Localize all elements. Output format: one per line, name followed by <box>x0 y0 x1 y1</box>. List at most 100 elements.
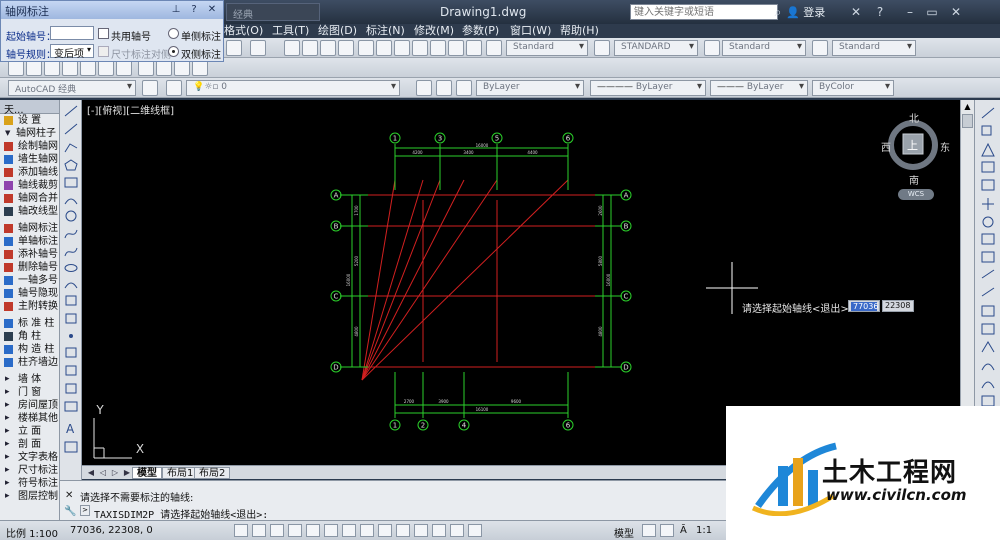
wcs-menu[interactable]: WCS <box>898 189 934 200</box>
break-point-icon[interactable] <box>981 305 995 317</box>
menu-dimension[interactable]: 标注(N) <box>366 24 405 38</box>
pin-icon[interactable]: ⊥ <box>169 3 183 17</box>
table-style-combo[interactable]: Standard <box>722 40 806 56</box>
panel-item[interactable]: 轴网合并 <box>0 192 59 205</box>
panel-item[interactable]: 一轴多号 <box>0 274 59 287</box>
infer-constraints-icon[interactable] <box>234 524 248 537</box>
3d-osnap-icon[interactable] <box>342 524 356 537</box>
table-tool-icon[interactable] <box>64 401 78 412</box>
ellipse-arc-tool-icon[interactable] <box>64 282 78 289</box>
menu-window[interactable]: 窗口(W) <box>510 24 551 38</box>
selection-cycling-icon[interactable] <box>468 524 482 537</box>
model-space-toggle[interactable]: 模型 <box>614 525 634 540</box>
ortho-mode-icon[interactable] <box>288 524 302 537</box>
panel-item[interactable]: 柱齐墙边 <box>0 356 59 369</box>
command-input-line[interactable]: TAXISDIM2P 请选择起始轴线<退出>: <box>94 506 268 521</box>
offset-icon[interactable] <box>981 161 995 173</box>
layer-manager-icon[interactable] <box>166 80 182 96</box>
layer-previous-icon[interactable] <box>436 80 452 96</box>
command-customize-icon[interactable]: 🔧 <box>64 506 76 517</box>
new-file-icon[interactable] <box>8 60 24 76</box>
menu-help[interactable]: 帮助(H) <box>560 24 599 38</box>
lineweight-combo[interactable]: ——— ByLayer <box>710 80 808 96</box>
panel-item[interactable]: 剖 面 <box>0 438 59 451</box>
next-tab-icon[interactable]: ▷ <box>110 468 120 478</box>
minimize-icon[interactable]: – <box>902 4 918 20</box>
save-icon[interactable] <box>44 60 60 76</box>
line-tool-icon[interactable] <box>64 105 78 117</box>
viewcube-south[interactable]: 南 <box>909 172 919 187</box>
workspace-dropdown[interactable]: 经典 <box>226 3 320 21</box>
search-input[interactable] <box>630 4 778 20</box>
rectangle-tool-icon[interactable] <box>64 177 78 188</box>
maximize-icon[interactable]: ▭ <box>924 4 940 20</box>
panel-item[interactable]: 门 窗 <box>0 386 59 399</box>
mirror-icon[interactable] <box>981 142 995 157</box>
print-icon[interactable] <box>62 60 78 76</box>
make-current-layer-icon[interactable] <box>416 80 432 96</box>
panel-item[interactable]: 角 柱 <box>0 330 59 343</box>
panel-item[interactable]: 单轴标注 <box>0 235 59 248</box>
axis-rule-dropdown[interactable]: 变后项 ▾ <box>50 44 94 60</box>
text-style-combo[interactable]: Standard <box>506 40 588 56</box>
panel-item[interactable]: 符号标注 <box>0 477 59 490</box>
scale-icon[interactable] <box>981 233 995 245</box>
fillet-icon[interactable] <box>981 381 995 389</box>
panel-item[interactable]: 标 准 柱 <box>0 317 59 330</box>
panel-item[interactable]: 尺寸标注 <box>0 464 59 477</box>
tab-layout2[interactable]: 布局2 <box>194 467 231 479</box>
help-toolbar-icon[interactable] <box>466 40 482 56</box>
circle-tool-icon[interactable] <box>65 210 77 222</box>
break-icon[interactable] <box>981 323 995 335</box>
text-style-icon[interactable] <box>486 40 502 56</box>
dim-opposite-checkbox[interactable] <box>98 46 109 57</box>
construction-line-icon[interactable] <box>64 123 78 135</box>
lineweight-display-icon[interactable] <box>414 524 428 537</box>
viewcube-north[interactable]: 北 <box>909 110 919 125</box>
3d-dwf-icon[interactable] <box>116 60 132 76</box>
explode-icon[interactable] <box>981 395 995 407</box>
snap-mode-icon[interactable] <box>252 524 266 537</box>
quick-properties-icon[interactable] <box>450 524 464 537</box>
calculator-icon[interactable] <box>448 40 464 56</box>
shared-axis-checkbox[interactable] <box>98 28 109 39</box>
panel-item[interactable]: 添补轴号 <box>0 248 59 261</box>
object-snap-tracking-icon[interactable] <box>360 524 374 537</box>
color-combo[interactable]: ByLayer <box>476 80 584 96</box>
zoom-previous-icon[interactable] <box>338 40 354 56</box>
copy-object-icon[interactable] <box>981 125 992 136</box>
panel-item[interactable]: 设 置 <box>0 114 59 127</box>
layer-combo[interactable]: 💡☼▫ 0 <box>186 80 400 96</box>
make-block-icon[interactable] <box>65 313 77 324</box>
scroll-up-icon[interactable]: ▲ <box>962 102 973 112</box>
panel-item[interactable]: 图层控制 <box>0 490 59 503</box>
zoom-realtime-icon[interactable] <box>302 40 318 56</box>
erase-icon[interactable] <box>981 107 995 119</box>
polyline-tool-icon[interactable] <box>64 143 78 153</box>
command-close-icon[interactable]: ✕ <box>65 490 73 501</box>
panel-item[interactable]: 构 造 柱 <box>0 343 59 356</box>
join-icon[interactable] <box>981 341 995 353</box>
linetype-combo[interactable]: ———— ByLayer <box>590 80 706 96</box>
panel-item[interactable]: 删除轴号 <box>0 261 59 274</box>
publish-icon[interactable] <box>98 60 114 76</box>
add-selected-icon[interactable] <box>64 441 78 453</box>
menu-format[interactable]: 格式(O) <box>224 24 263 38</box>
double-side-radio[interactable] <box>168 46 179 57</box>
object-snap-icon[interactable] <box>324 524 338 537</box>
help-icon[interactable]: ? <box>872 4 888 20</box>
properties-icon[interactable] <box>358 40 374 56</box>
panel-item[interactable]: 楼梯其他 <box>0 412 59 425</box>
dim-style-combo[interactable]: STANDARD <box>614 40 698 56</box>
pan-icon[interactable] <box>284 40 300 56</box>
panel-item[interactable]: 绘制轴网 <box>0 140 59 153</box>
tab-model[interactable]: 模型 <box>132 467 162 479</box>
menu-tools[interactable]: 工具(T) <box>272 24 309 38</box>
table-style-icon[interactable] <box>704 40 720 56</box>
markup-icon[interactable] <box>430 40 446 56</box>
viewcube-top-label[interactable]: 上 <box>907 137 918 153</box>
design-center-icon[interactable] <box>376 40 392 56</box>
copy-icon[interactable] <box>156 60 172 76</box>
panel-item[interactable]: 轴改线型 <box>0 205 59 218</box>
first-tab-icon[interactable]: ◀ <box>86 468 96 478</box>
